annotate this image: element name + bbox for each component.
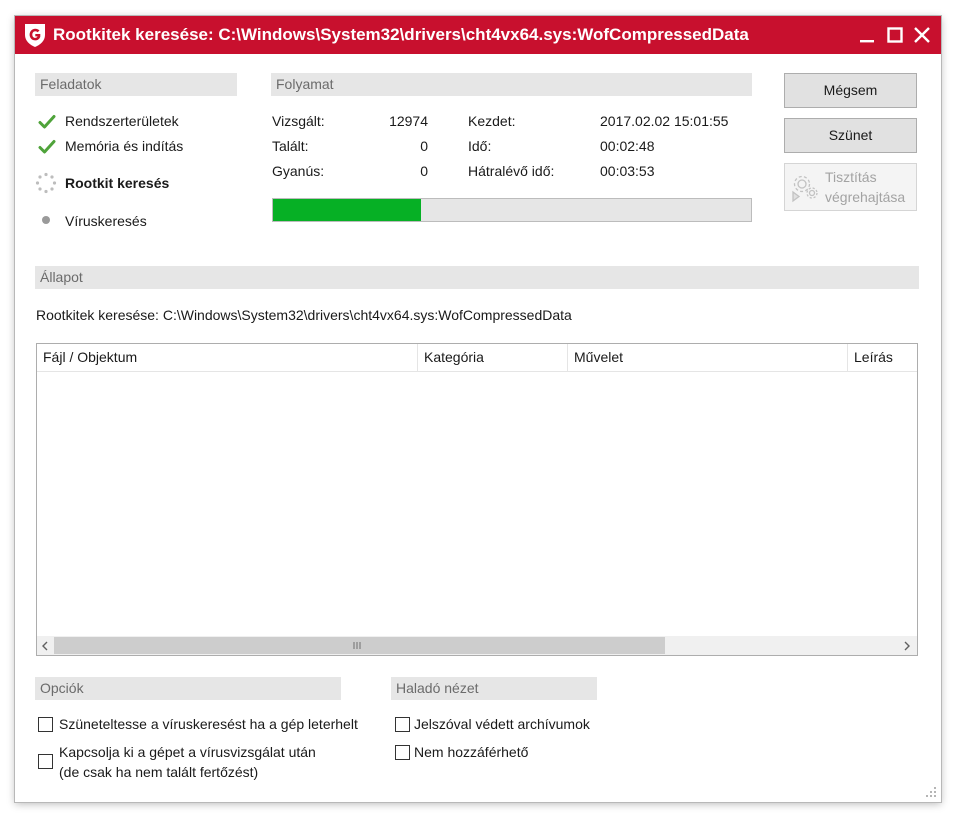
check-icon <box>38 115 56 129</box>
task-memory-startup: Memória és indítás <box>65 138 184 154</box>
scanned-value: 12974 <box>389 113 428 129</box>
column-file-object[interactable]: Fájl / Objektum <box>37 344 418 371</box>
shutdown-label-line2[interactable]: (de csak ha nem talált fertőzést) <box>59 764 258 780</box>
advanced-header: Haladó nézet <box>391 677 597 700</box>
pause-on-load-checkbox[interactable] <box>38 717 53 732</box>
task-rootkit-scan: Rootkit keresés <box>65 175 170 191</box>
dot-icon <box>42 216 50 224</box>
horizontal-scrollbar[interactable] <box>37 636 917 655</box>
inaccessible-checkbox[interactable] <box>395 745 410 760</box>
task-virus-scan: Víruskeresés <box>65 213 147 229</box>
spinner-icon <box>35 172 57 194</box>
found-value: 0 <box>420 138 428 154</box>
scroll-right-icon[interactable] <box>901 640 913 652</box>
window-title: Rootkitek keresése: C:\Windows\System32\… <box>53 25 749 44</box>
inaccessible-label[interactable]: Nem hozzáférhető <box>414 744 528 760</box>
cancel-button[interactable]: Mégsem <box>784 73 917 108</box>
check-icon <box>38 140 56 154</box>
column-category[interactable]: Kategória <box>418 344 568 371</box>
pause-button[interactable]: Szünet <box>784 118 917 153</box>
progress-header: Folyamat <box>271 73 752 96</box>
close-icon[interactable] <box>908 21 936 49</box>
password-archives-checkbox[interactable] <box>395 717 410 732</box>
password-archives-label[interactable]: Jelszóval védett archívumok <box>414 716 590 732</box>
time-value: 00:02:48 <box>600 138 655 154</box>
tasks-header: Feladatok <box>35 73 237 96</box>
results-list[interactable]: Fájl / Objektum Kategória Művelet Leírás <box>36 343 918 656</box>
scrollbar-thumb[interactable] <box>54 637 665 654</box>
scroll-left-icon[interactable] <box>39 640 51 652</box>
scan-progress-bar <box>272 198 752 222</box>
gdata-logo-icon <box>25 24 45 47</box>
progress-fill <box>273 199 422 221</box>
start-label: Kezdet: <box>468 113 516 129</box>
scan-window: Rootkitek keresése: C:\Windows\System32\… <box>15 16 941 802</box>
shutdown-after-scan-checkbox[interactable] <box>38 754 53 769</box>
suspicious-value: 0 <box>420 163 428 179</box>
pause-on-load-label[interactable]: Szüneteltesse a víruskeresést ha a gép l… <box>59 716 358 732</box>
grip-lines-icon <box>353 642 361 649</box>
task-system-areas: Rendszerterületek <box>65 113 179 129</box>
gear-play-icon <box>792 175 818 203</box>
start-value: 2017.02.02 15:01:55 <box>600 113 729 129</box>
column-description[interactable]: Leírás <box>848 344 917 371</box>
suspicious-label: Gyanús: <box>272 163 325 179</box>
clean-button[interactable]: Tisztítás végrehajtása <box>784 163 917 211</box>
time-label: Idő: <box>468 138 492 154</box>
options-header: Opciók <box>35 677 341 700</box>
remaining-label: Hátralévő idő: <box>468 163 555 179</box>
scanned-label: Vizsgált: <box>272 113 325 129</box>
results-list-header: Fájl / Objektum Kategória Művelet Leírás <box>37 344 917 372</box>
resize-grip-icon[interactable] <box>925 786 937 798</box>
minimize-icon[interactable] <box>853 21 881 49</box>
clean-button-line1: Tisztítás <box>825 169 877 185</box>
shutdown-label-line1[interactable]: Kapcsolja ki a gépet a vírusvizsgálat ut… <box>59 744 316 760</box>
clean-button-line2: végrehajtása <box>825 189 906 205</box>
maximize-icon[interactable] <box>881 21 909 49</box>
status-header: Állapot <box>35 266 919 289</box>
status-text: Rootkitek keresése: C:\Windows\System32\… <box>36 307 572 323</box>
remaining-value: 00:03:53 <box>600 163 655 179</box>
found-label: Talált: <box>272 138 309 154</box>
column-action[interactable]: Művelet <box>568 344 848 371</box>
title-bar[interactable]: Rootkitek keresése: C:\Windows\System32\… <box>15 16 941 54</box>
